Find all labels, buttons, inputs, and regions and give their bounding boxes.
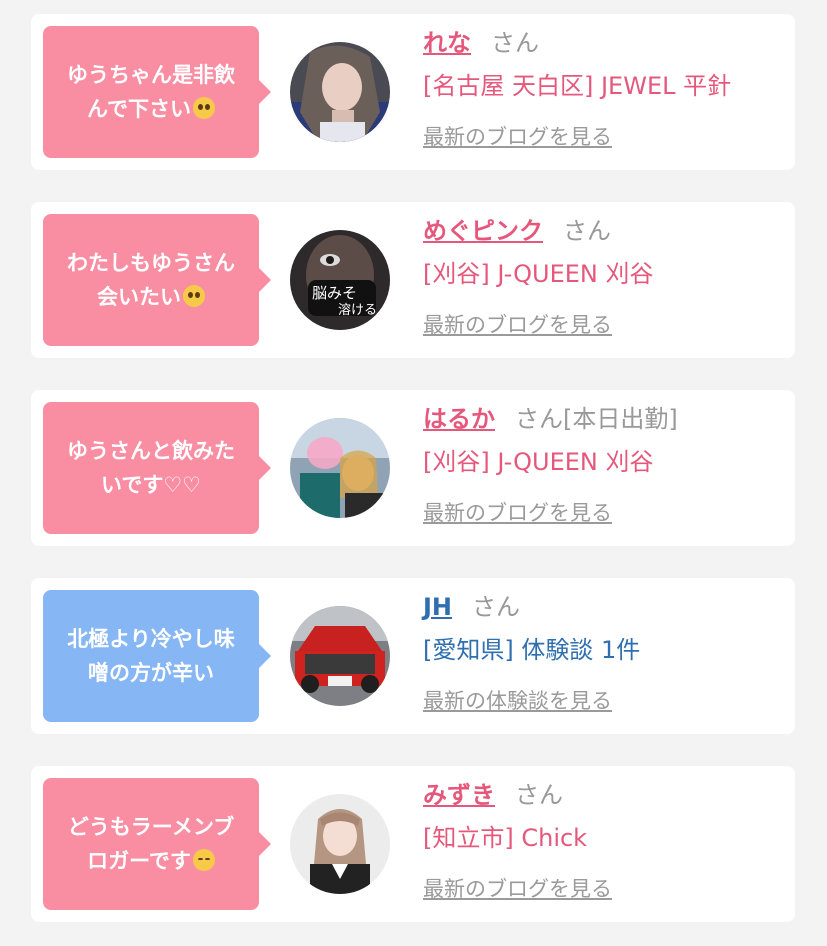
user-name-link[interactable]: JH	[423, 593, 452, 621]
honorific: さん	[515, 781, 563, 809]
blog-link[interactable]: 最新のブログを見る	[423, 309, 612, 339]
card-info: れな さん [名古屋 天白区] JEWEL 平針 最新のブログを見る	[423, 26, 785, 151]
message-card: ゆうちゃん是非飲 んで下さい れな さん [名古屋 天白区] JEWEL 平針 最…	[31, 14, 795, 170]
honorific: さん	[491, 29, 539, 57]
message-bubble: ゆうさんと飲みた いです♡♡	[43, 402, 271, 534]
blog-link[interactable]: 最新のブログを見る	[423, 873, 612, 903]
pleading-face-icon	[183, 285, 205, 307]
shop-info: [刈谷] J-QUEEN 刈谷	[423, 448, 654, 476]
svg-text:溶ける: 溶ける	[338, 303, 377, 318]
message-text: 北極より冷やし味 噌の方が辛い	[67, 627, 235, 685]
blog-link[interactable]: 最新のブログを見る	[423, 121, 612, 151]
shop-info: [知立市] Chick	[423, 824, 588, 852]
message-card: どうもラーメンブ ロガーです みずき さん [知立市] Chick 最新のブログを…	[31, 766, 795, 922]
card-info: はるか さん[本日出勤] [刈谷] J-QUEEN 刈谷 最新のブログを見る	[423, 402, 785, 527]
card-info: JH さん [愛知県] 体験談 1件 最新の体験談を見る	[423, 590, 785, 715]
message-text: わたしもゆうさん 会いたい	[67, 251, 235, 309]
message-card: ゆうさんと飲みた いです♡♡ はるか さん[本日出勤] [刈谷] J-QUEEN …	[31, 390, 795, 546]
honorific: さん	[472, 593, 521, 621]
user-name-link[interactable]: みずき	[423, 781, 495, 809]
honorific: さん	[563, 217, 611, 245]
avatar[interactable]: 脳みそ 溶ける	[290, 230, 390, 330]
review-link[interactable]: 最新の体験談を見る	[423, 685, 612, 715]
shop-info: [刈谷] J-QUEEN 刈谷	[423, 260, 654, 288]
card-info: めぐピンク さん [刈谷] J-QUEEN 刈谷 最新のブログを見る	[423, 214, 785, 339]
message-card-list: ゆうちゃん是非飲 んで下さい れな さん [名古屋 天白区] JEWEL 平針 最…	[0, 0, 827, 946]
message-card: 北極より冷やし味 噌の方が辛い JH さん [愛知県] 体験談 1件 最新の体験談…	[31, 578, 795, 734]
blog-link[interactable]: 最新のブログを見る	[423, 497, 612, 527]
pleading-face-icon	[192, 97, 215, 119]
avatar[interactable]	[290, 606, 390, 706]
message-card: わたしもゆうさん 会いたい 脳みそ 溶ける めぐピンク さん [刈谷] J-QUE…	[31, 202, 795, 358]
message-bubble: どうもラーメンブ ロガーです	[43, 778, 271, 910]
user-name-link[interactable]: はるか	[423, 405, 495, 433]
avatar[interactable]	[290, 42, 390, 142]
kissing-face-icon	[192, 849, 215, 871]
status-label: [本日出勤]	[563, 405, 678, 433]
svg-text:脳みそ: 脳みそ	[312, 284, 357, 302]
avatar[interactable]	[290, 794, 390, 894]
message-bubble: わたしもゆうさん 会いたい	[43, 214, 271, 346]
shop-info: [名古屋 天白区] JEWEL 平針	[423, 72, 732, 100]
honorific: さん	[515, 405, 563, 433]
message-bubble: 北極より冷やし味 噌の方が辛い	[43, 590, 271, 722]
user-name-link[interactable]: れな	[423, 29, 471, 57]
avatar[interactable]	[290, 418, 390, 518]
card-info: みずき さん [知立市] Chick 最新のブログを見る	[423, 778, 785, 903]
message-bubble: ゆうちゃん是非飲 んで下さい	[43, 26, 271, 158]
review-info: [愛知県] 体験談 1件	[423, 636, 641, 664]
user-name-link[interactable]: めぐピンク	[423, 217, 543, 245]
message-text: ゆうさんと飲みた いです♡♡	[67, 439, 235, 497]
